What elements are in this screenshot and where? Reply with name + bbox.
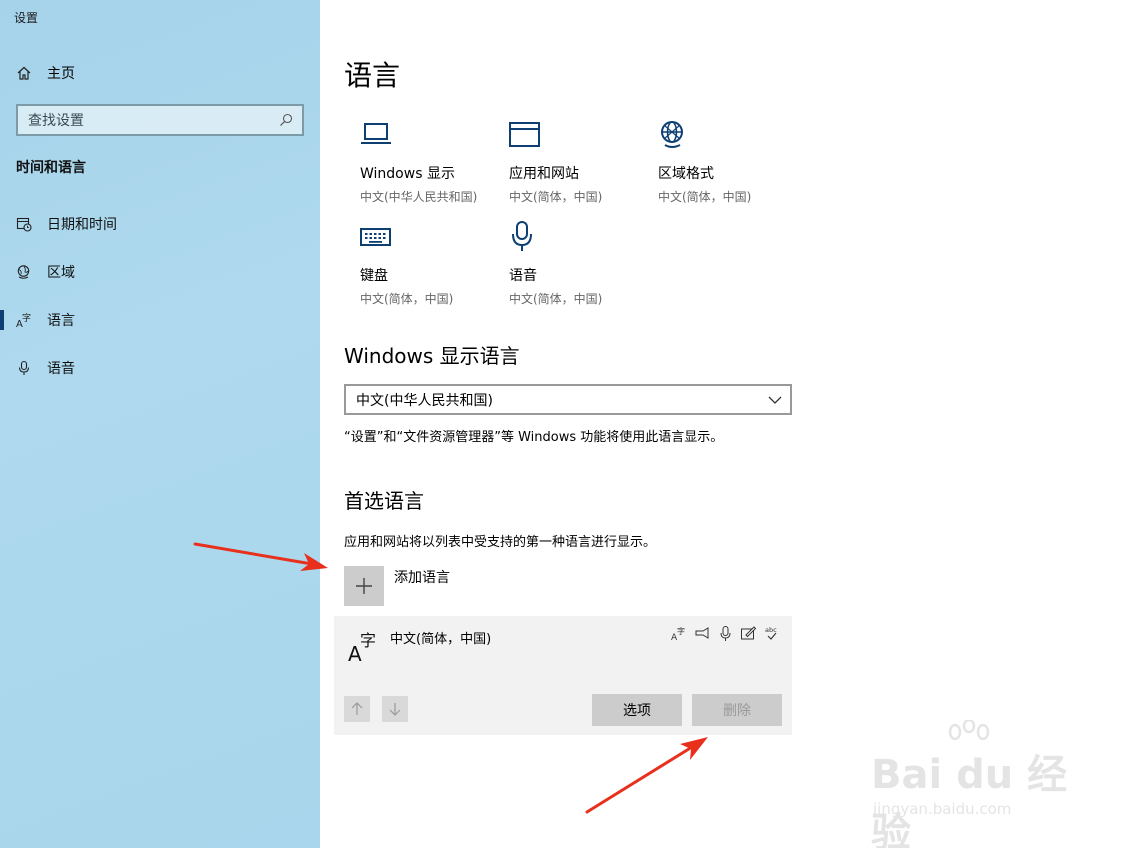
language-list-item[interactable]: A字 中文(简体，中国) A字 abc 选项 删除	[334, 616, 792, 735]
svg-text:字: 字	[360, 631, 376, 650]
tile-apps-websites[interactable]: 应用和网站 中文(简体，中国)	[509, 118, 649, 205]
display-language-heading: Windows 显示语言	[344, 344, 520, 368]
move-up-button[interactable]	[344, 696, 370, 722]
add-language[interactable]: 添加语言	[344, 566, 450, 606]
tile-sub: 中文(简体，中国)	[509, 292, 603, 306]
tile-name: 区域格式	[658, 166, 714, 182]
tile-sub: 中文(中华人民共和国)	[360, 190, 478, 204]
page-title: 语言	[344, 59, 401, 92]
display-language-feature-icon: A字	[671, 625, 688, 643]
preferred-languages-note: 应用和网站将以列表中受支持的第一种语言进行显示。	[344, 535, 657, 550]
globe-region-icon	[17, 265, 30, 279]
display-language-value: 中文(中华人民共和国)	[356, 392, 493, 409]
sidebar: 设置 主页 查找设置 时间和语言 日期和时间 区域 A字 语言 语音	[0, 0, 320, 848]
watermark-url: jingyan.baidu.com	[873, 800, 1012, 818]
language-icon: A字	[16, 312, 31, 328]
sidebar-item-region[interactable]: 区域	[0, 252, 320, 292]
browser-window-icon	[509, 122, 540, 147]
remove-button[interactable]: 删除	[692, 694, 782, 726]
move-down-button[interactable]	[382, 696, 408, 722]
home-label: 主页	[47, 66, 75, 82]
microphone-icon	[18, 360, 30, 375]
sidebar-item-label: 日期和时间	[47, 217, 117, 233]
tile-regional-format[interactable]: 区域格式 中文(简体，中国)	[658, 118, 798, 205]
language-features: A字 abc	[671, 625, 780, 643]
arrow-down-icon	[389, 703, 401, 716]
display-language-note: “设置”和“文件资源管理器”等 Windows 功能将使用此语言显示。	[344, 430, 724, 445]
tile-windows-display[interactable]: Windows 显示 中文(中华人民共和国)	[360, 118, 500, 205]
tile-sub: 中文(简体，中国)	[509, 190, 603, 204]
search-icon[interactable]	[278, 112, 294, 128]
tile-speech[interactable]: 语音 中文(简体，中国)	[509, 220, 649, 307]
microphone-icon	[512, 221, 532, 251]
calendar-clock-icon	[16, 217, 32, 232]
search-input[interactable]: 查找设置	[16, 104, 304, 136]
tile-name: Windows 显示	[360, 166, 455, 182]
home-nav[interactable]: 主页	[16, 62, 75, 84]
monitor-icon	[361, 123, 391, 144]
sidebar-item-label: 区域	[47, 265, 75, 281]
plus-icon	[356, 578, 372, 594]
sidebar-item-language[interactable]: A字 语言	[0, 300, 320, 340]
tile-name: 应用和网站	[509, 166, 579, 182]
add-language-button[interactable]	[344, 566, 384, 606]
sidebar-item-label: 语音	[47, 361, 75, 377]
sidebar-item-label: 语言	[47, 313, 75, 329]
tile-sub: 中文(简体，中国)	[658, 190, 752, 204]
options-button[interactable]: 选项	[592, 694, 682, 726]
handwriting-feature-icon	[740, 625, 757, 642]
sidebar-item-date-time[interactable]: 日期和时间	[0, 204, 320, 244]
home-icon	[17, 66, 31, 80]
tile-name: 语音	[509, 268, 537, 284]
search-placeholder: 查找设置	[28, 113, 84, 129]
speech-recognition-feature-icon	[717, 625, 734, 642]
language-name: 中文(简体，中国)	[390, 632, 492, 647]
section-title: 时间和语言	[16, 160, 86, 176]
tile-name: 键盘	[360, 268, 388, 284]
baidu-watermark: Bai du 经验 jingyan.baidu.com	[871, 720, 1081, 848]
keyboard-icon	[360, 228, 391, 246]
svg-text:字: 字	[22, 312, 31, 324]
display-language-select[interactable]: 中文(中华人民共和国)	[344, 384, 792, 415]
sidebar-item-speech[interactable]: 语音	[0, 348, 320, 388]
chevron-down-icon	[768, 396, 782, 404]
add-language-label: 添加语言	[394, 570, 450, 586]
globe-format-icon	[661, 121, 683, 148]
tile-keyboard[interactable]: 键盘 中文(简体，中国)	[360, 220, 500, 307]
svg-text:abc: abc	[765, 626, 777, 634]
language-icon: A字	[348, 631, 376, 664]
svg-text:字: 字	[677, 626, 685, 636]
spell-check-feature-icon: abc	[763, 625, 780, 642]
window-title: 设置	[14, 11, 39, 25]
tile-sub: 中文(简体，中国)	[360, 292, 454, 306]
arrow-up-icon	[351, 702, 363, 715]
text-to-speech-feature-icon	[694, 625, 711, 642]
preferred-languages-heading: 首选语言	[344, 489, 424, 513]
watermark-brand: Bai du 经验	[871, 752, 1068, 848]
